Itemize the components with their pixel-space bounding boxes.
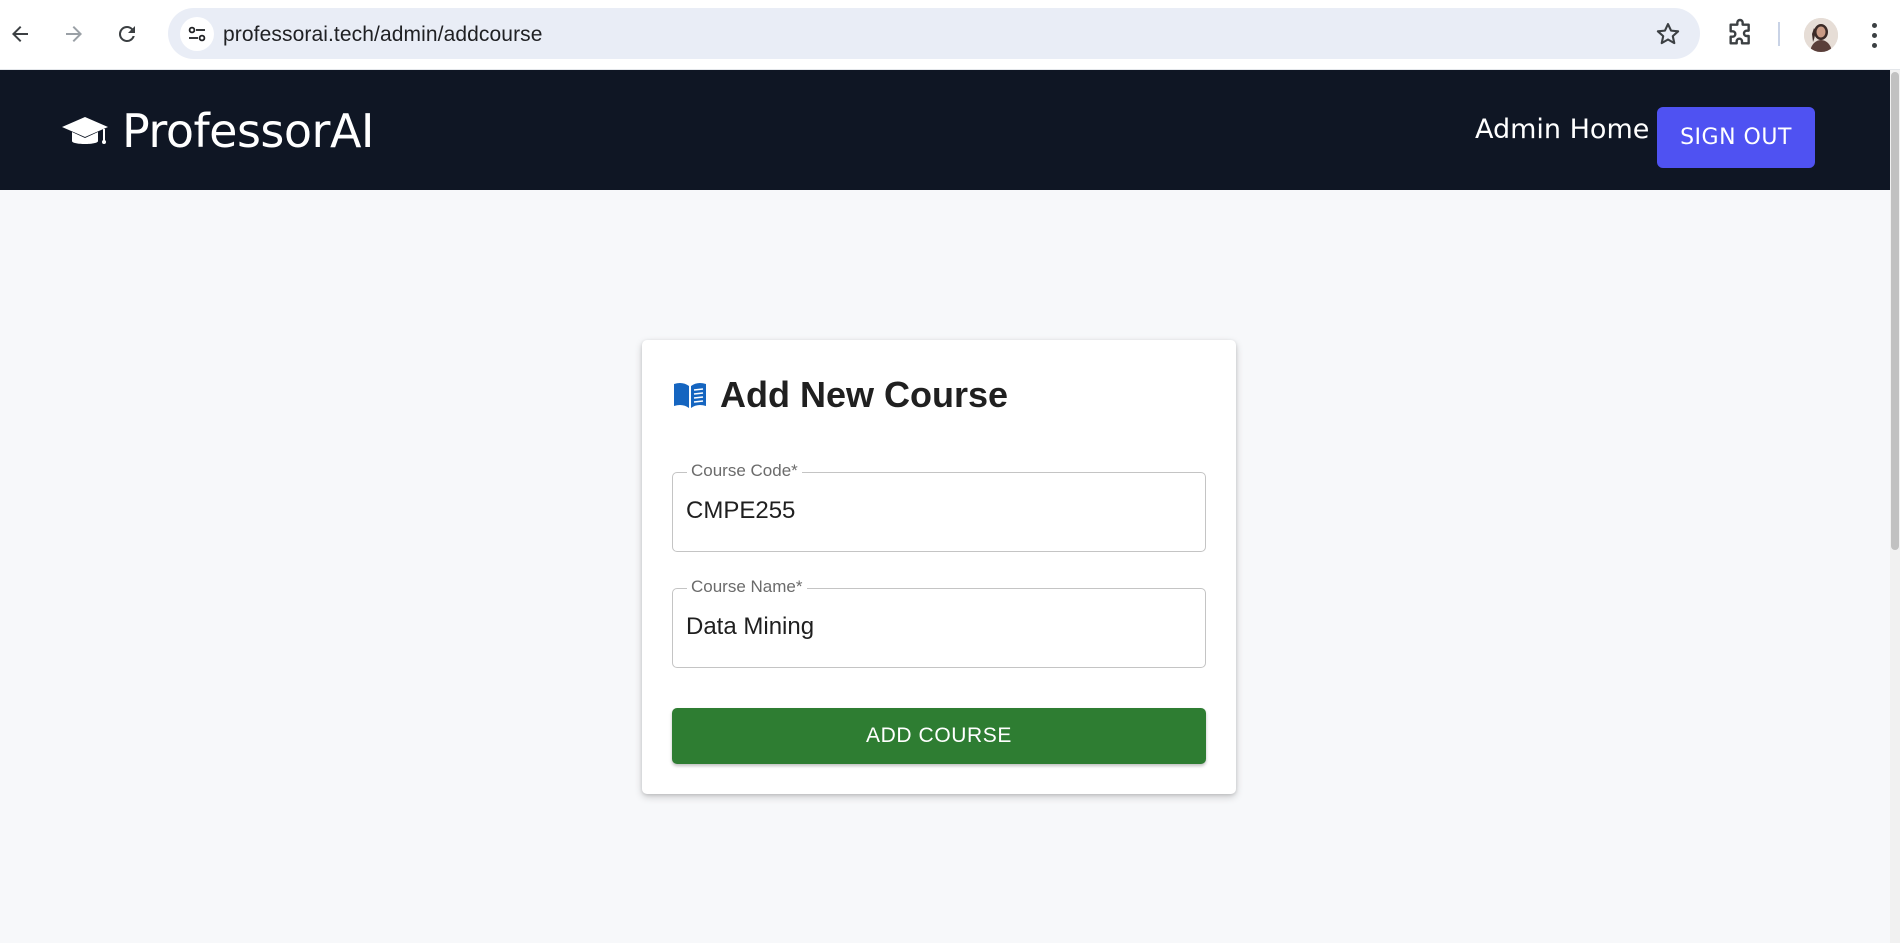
course-code-label: Course Code* [687, 461, 802, 481]
scrollbar-thumb[interactable] [1891, 72, 1899, 550]
back-button[interactable] [0, 14, 40, 54]
course-code-input[interactable] [686, 497, 1186, 525]
add-course-button[interactable]: ADD COURSE [672, 708, 1206, 764]
reload-button[interactable] [107, 14, 147, 54]
book-icon [674, 382, 706, 408]
forward-button[interactable] [54, 14, 94, 54]
sign-out-button[interactable]: SIGN OUT [1657, 107, 1815, 168]
nav-admin-home-link[interactable]: Admin Home [1475, 114, 1649, 145]
card-header: Add New Course [672, 374, 1008, 416]
kebab-menu-icon[interactable] [1860, 18, 1888, 52]
extensions-icon[interactable] [1724, 18, 1756, 50]
back-icon [12, 26, 28, 42]
site-info-icon [188, 26, 206, 42]
profile-avatar[interactable] [1804, 18, 1838, 52]
card-title: Add New Course [720, 374, 1009, 415]
forward-icon [66, 26, 82, 42]
add-course-card: Add New Course Course Code* Course Name*… [642, 340, 1236, 794]
url-text[interactable]: professorai.tech/admin/addcourse [223, 23, 543, 47]
course-name-label: Course Name* [687, 577, 807, 597]
course-name-input[interactable] [686, 613, 1186, 641]
site-info-button[interactable] [180, 17, 214, 51]
app-header: ProfessorAI Admin Home SIGN OUT [0, 70, 1890, 190]
graduation-cap-icon [62, 117, 108, 144]
brand-name: ProfessorAI [122, 104, 375, 158]
avatar-image [1804, 18, 1838, 52]
brand-logo[interactable]: ProfessorAI [60, 104, 375, 158]
address-bar[interactable]: professorai.tech/admin/addcourse [168, 8, 1700, 59]
browser-toolbar: professorai.tech/admin/addcourse [0, 0, 1900, 70]
course-name-field[interactable]: Course Name* [672, 577, 1206, 668]
course-code-field[interactable]: Course Code* [672, 461, 1206, 552]
toolbar-divider [1778, 22, 1780, 46]
reload-icon [118, 25, 135, 42]
bookmark-star-icon[interactable] [1654, 20, 1682, 48]
